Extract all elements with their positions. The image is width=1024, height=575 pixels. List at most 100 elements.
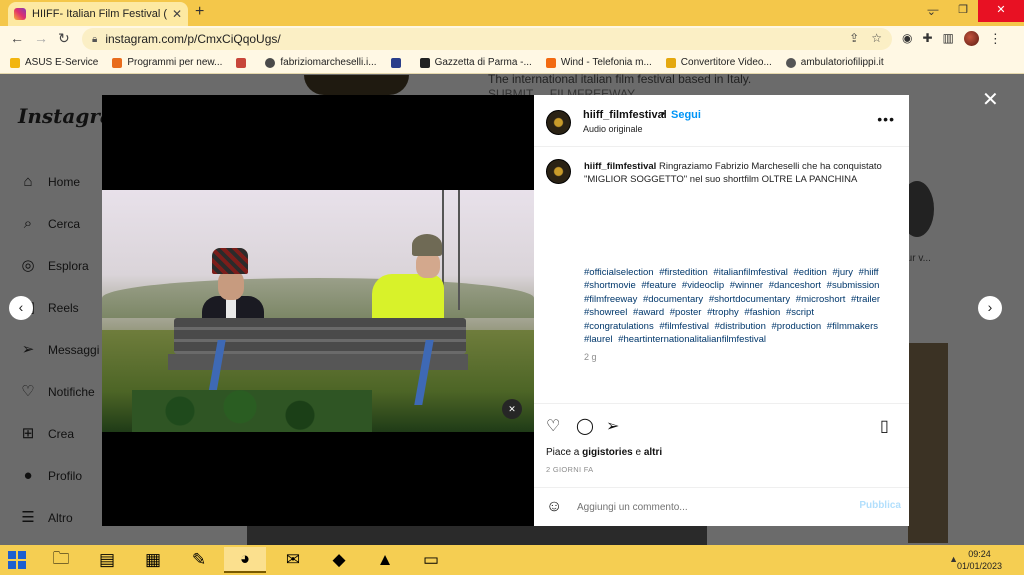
save-bookmark-icon[interactable]: ▯ [880, 416, 889, 436]
close-overlay-icon[interactable]: ✕ [982, 87, 999, 112]
nav-search[interactable]: ⌕ Cerca [18, 203, 99, 245]
bookmark-item[interactable] [236, 57, 251, 68]
hashtag-link[interactable]: #hiiff [859, 267, 879, 278]
hashtag-link[interactable]: #edition [794, 267, 827, 278]
chrome-menu-icon[interactable]: ⋮ [989, 31, 1002, 47]
profile-avatar-icon[interactable] [963, 31, 979, 46]
hashtag-link[interactable]: #fashion [744, 307, 780, 318]
audio-label[interactable]: Audio originale [583, 124, 643, 134]
bookmark-item[interactable] [390, 57, 406, 68]
hashtag-link[interactable]: #microshort [796, 294, 846, 305]
hashtag-link[interactable]: #heartinternationalitalianfilmfestival [618, 334, 766, 345]
hashtag-link[interactable]: #videoclip [682, 280, 724, 291]
bookmark-item[interactable]: ambulatoriofilippi.it [785, 57, 884, 68]
hashtag-link[interactable]: #script [786, 307, 814, 318]
hashtag-link[interactable]: #shortmovie [584, 280, 636, 291]
hashtag-link[interactable]: #showreel [584, 307, 627, 318]
share-send-icon[interactable]: ➢ [606, 416, 619, 436]
nav-messages[interactable]: ➢ Messaggi [18, 329, 100, 371]
previous-post-button[interactable]: ‹ [9, 296, 33, 320]
likes-others-link[interactable]: altri [644, 447, 662, 458]
windows-start-icon[interactable] [8, 551, 26, 569]
bookmark-item[interactable]: ASUS E-Service [10, 57, 98, 68]
nav-notifications[interactable]: ♡ Notifiche [18, 371, 99, 413]
calculator-icon[interactable]: ▦ [132, 547, 174, 573]
forward-icon[interactable]: → [34, 30, 48, 46]
side-panel-icon[interactable]: ▥ [943, 31, 954, 47]
publish-button[interactable]: Pubblica [859, 500, 901, 511]
hashtag-link[interactable]: #feature [641, 280, 676, 291]
new-tab-button[interactable]: + [195, 3, 204, 21]
hashtag-link[interactable]: #laurel [584, 334, 613, 345]
back-icon[interactable]: ← [10, 30, 24, 46]
hashtag-link[interactable]: #poster [670, 307, 702, 318]
restore-icon[interactable]: ❐ [948, 0, 978, 22]
file-explorer-icon[interactable]: 🗀 [40, 547, 82, 573]
hashtag-link[interactable]: #firstedition [659, 267, 708, 278]
nav-profile[interactable]: ● Profilo [18, 455, 99, 497]
caption-avatar[interactable] [546, 159, 571, 184]
system-clock[interactable]: 09:24 01/01/2023 [957, 548, 1002, 572]
inkscape-icon[interactable]: ◆ [318, 547, 360, 573]
paint-icon[interactable]: ✎ [178, 547, 220, 573]
nav-home[interactable]: ⌂ Home [18, 161, 99, 203]
post-sidebar: hiiff_filmfestival • Segui Audio origina… [534, 95, 909, 526]
extension-icon[interactable]: ◉ [902, 31, 912, 47]
chrome-icon[interactable]: ◕ [224, 547, 266, 573]
thunderbird-icon[interactable]: ✉ [272, 547, 314, 573]
bookmark-item[interactable]: fabriziomarcheselli.i... [265, 57, 377, 68]
account-avatar[interactable] [546, 110, 571, 135]
caption-username[interactable]: hiiff_filmfestival [584, 161, 656, 172]
more-options-icon[interactable]: ••• [877, 111, 895, 127]
next-post-button[interactable]: › [978, 296, 1002, 320]
bookmark-item[interactable]: Gazzetta di Parma -... [419, 57, 532, 68]
nav-explore[interactable]: ◎ Esplora [18, 245, 99, 287]
hashtag-link[interactable]: #winner [730, 280, 763, 291]
hashtag-link[interactable]: #officialselection [584, 267, 654, 278]
follow-button[interactable]: Segui [671, 109, 701, 121]
archive-icon[interactable]: ▤ [86, 547, 128, 573]
hashtag-link[interactable]: #award [633, 307, 664, 318]
hashtag-link[interactable]: #production [772, 321, 822, 332]
hashtag-link[interactable]: #danceshort [769, 280, 821, 291]
account-username[interactable]: hiiff_filmfestival [583, 109, 667, 121]
nav-more[interactable]: ☰ Altro [18, 497, 99, 539]
puzzle-icon[interactable]: ✚ [922, 31, 932, 47]
hashtag-link[interactable]: #filmfestival [659, 321, 709, 332]
bookmark-item[interactable]: Convertitore Video... [665, 57, 772, 68]
notepad-icon[interactable]: ▭ [410, 547, 452, 573]
tab-close-icon[interactable]: ✕ [172, 7, 182, 21]
vlc-icon[interactable]: ▲ [364, 547, 406, 573]
hashtag-link[interactable]: #congratulations [584, 321, 654, 332]
hashtag-link[interactable]: #filmfreeway [584, 294, 637, 305]
hashtag-link[interactable]: #trailer [851, 294, 880, 305]
mute-icon[interactable]: ✕ [502, 399, 522, 419]
separator-dot: • [661, 108, 665, 120]
post-video[interactable]: ✕ [102, 95, 534, 526]
hashtag-link[interactable]: #italianfilmfestival [713, 267, 787, 278]
liker-username[interactable]: gigistories [582, 447, 633, 458]
bookmark-star-icon[interactable]: ☆ [871, 31, 882, 45]
hashtag-link[interactable]: #filmmakers [827, 321, 878, 332]
emoji-icon[interactable]: ☺ [546, 498, 562, 516]
like-heart-icon[interactable]: ♡ [546, 416, 560, 436]
share-icon[interactable]: ⇪ [849, 31, 859, 45]
ivy-foreground [132, 390, 372, 432]
reload-icon[interactable]: ↻ [58, 30, 70, 47]
bookmark-item[interactable]: Wind - Telefonia m... [545, 57, 652, 68]
browser-tab[interactable]: HIIFF- Italian Film Festival (@hiiff ✕ [8, 2, 188, 26]
comment-input[interactable] [577, 499, 837, 515]
bookmark-item[interactable]: Programmi per new... [112, 57, 222, 68]
minimize-icon[interactable]: — [918, 0, 948, 22]
hashtag-link[interactable]: #trophy [707, 307, 739, 318]
hashtag-link[interactable]: #shortdocumentary [709, 294, 790, 305]
hashtag-link[interactable]: #submission [827, 280, 880, 291]
hashtag-link[interactable]: #distribution [715, 321, 766, 332]
address-bar[interactable]: 🔒︎ instagram.com/p/CmxCiQqoUgs/ ⇪ ☆ [82, 28, 892, 50]
hashtag-link[interactable]: #jury [832, 267, 853, 278]
comment-icon[interactable]: ◯ [576, 416, 594, 436]
lock-icon[interactable]: 🔒︎ [92, 34, 97, 45]
window-close-icon[interactable]: ✕ [978, 0, 1024, 22]
nav-create[interactable]: ⊞ Crea [18, 413, 99, 455]
hashtag-link[interactable]: #documentary [643, 294, 703, 305]
